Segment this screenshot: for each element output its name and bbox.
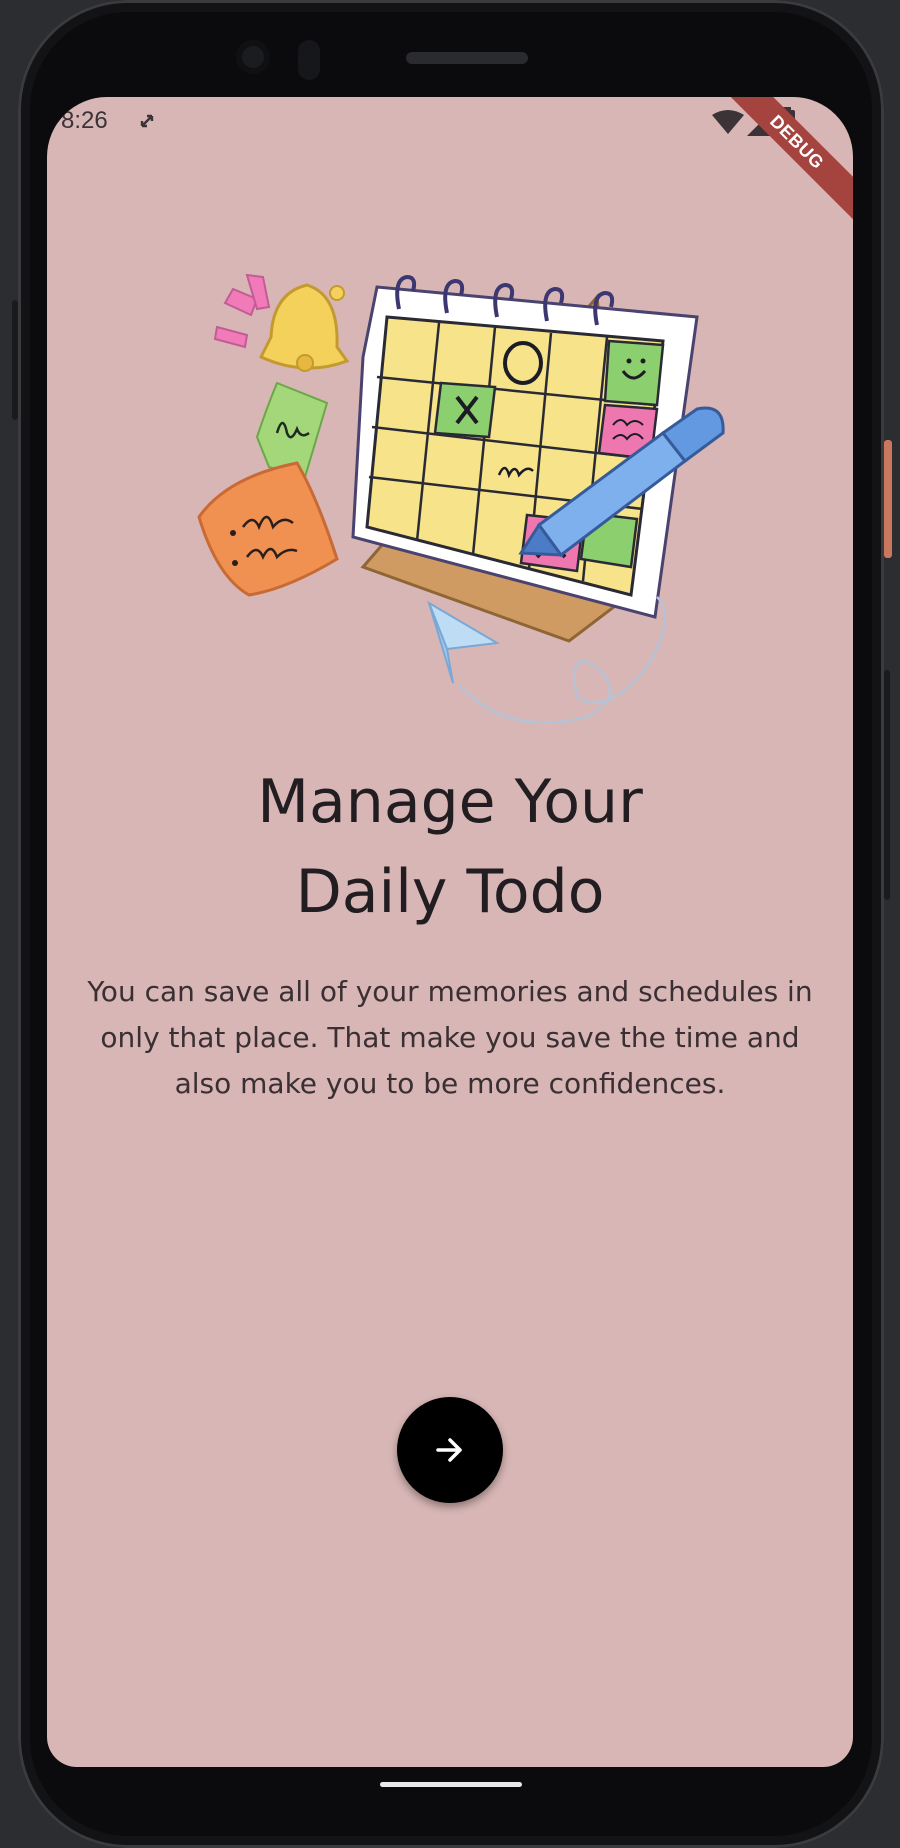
bell-icon — [258, 283, 350, 372]
front-camera — [236, 40, 270, 74]
status-time: 8:26 — [61, 107, 108, 134]
arrow-right-icon — [436, 1438, 462, 1462]
title-line-2: Daily Todo — [295, 857, 605, 927]
calendar-illustration — [197, 273, 725, 724]
app-screen: 8:26 DEBUG Manage Your Daily Todo You ca… — [47, 97, 853, 1767]
earpiece-speaker — [406, 52, 528, 64]
title-line-1: Manage Your — [257, 767, 643, 837]
orange-note-icon — [197, 461, 339, 597]
page-title: Manage Your Daily Todo — [47, 757, 853, 937]
proximity-sensor — [298, 40, 320, 80]
rotate-icon — [140, 114, 154, 128]
volume-button[interactable] — [884, 670, 890, 900]
home-indicator[interactable] — [380, 1782, 522, 1787]
side-key — [12, 300, 18, 420]
next-button[interactable] — [397, 1397, 503, 1503]
power-button[interactable] — [884, 440, 892, 558]
status-bar: 8:26 — [47, 97, 853, 147]
wifi-icon — [712, 110, 744, 134]
sparkle-icon — [213, 273, 271, 349]
onboarding-description: You can save all of your memories and sc… — [87, 975, 813, 1100]
paper-plane-icon — [427, 600, 501, 684]
